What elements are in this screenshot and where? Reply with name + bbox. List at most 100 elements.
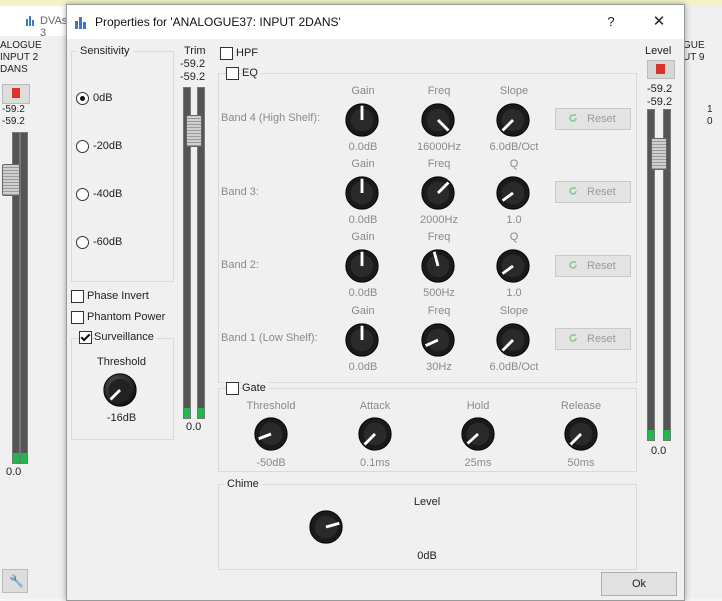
background-left-name: ALOGUE INPUT 2 DANS <box>0 40 42 75</box>
band-4-slope-label: Slope <box>499 85 529 97</box>
background-left-fader-thumb[interactable] <box>2 164 20 196</box>
phantom-power-checkbox[interactable] <box>71 311 84 324</box>
background-left-mute-button[interactable] <box>2 84 30 104</box>
close-button[interactable]: ✕ <box>644 11 674 33</box>
band-2-q-knob[interactable] <box>494 247 532 285</box>
speaker-icon <box>12 88 20 98</box>
band-4-gain-label: Gain <box>351 85 375 97</box>
trim-bottom-value: 0.0 <box>186 421 202 433</box>
surveillance-label[interactable]: Surveillance <box>94 331 157 343</box>
reset-icon <box>569 187 577 195</box>
background-left-settings-button[interactable]: 🔧 <box>2 569 28 593</box>
sensitivity-radio-minus60db[interactable] <box>76 236 89 249</box>
sensitivity-radio-minus20db[interactable] <box>76 140 89 153</box>
band-2-gain-knob[interactable] <box>343 247 381 285</box>
band-2-gain-label: Gain <box>351 231 375 243</box>
band-2-gain-value: 0.0dB <box>348 287 378 299</box>
band-2-q-label: Q <box>509 231 519 243</box>
phase-invert-label[interactable]: Phase Invert <box>87 290 149 302</box>
gate-hold-label: Hold <box>466 400 490 412</box>
level-values: -59.2 -59.2 <box>647 83 673 108</box>
sensitivity-label: Sensitivity <box>77 45 133 57</box>
sensitivity-option-minus60db[interactable]: -60dB <box>93 236 122 248</box>
band-3-q-value: 1.0 <box>506 214 522 226</box>
trim-label: Trim <box>184 45 206 57</box>
reset-icon <box>569 261 577 269</box>
gate-label[interactable]: Gate <box>242 382 269 394</box>
level-mute-button[interactable] <box>647 60 675 79</box>
band-1-gain-knob[interactable] <box>343 321 381 359</box>
phantom-power-label[interactable]: Phantom Power <box>87 311 165 323</box>
band-4-name: Band 4 (High Shelf): <box>221 112 321 124</box>
band-1-slope-value: 6.0dB/Oct <box>489 361 539 373</box>
gate-release-value: 50ms <box>567 457 595 469</box>
chime-level-knob[interactable] <box>307 508 345 546</box>
threshold-knob[interactable] <box>101 371 139 409</box>
gate-hold-knob[interactable] <box>459 415 497 453</box>
band-3-gain-value: 0.0dB <box>348 214 378 226</box>
background-left-title: DVAs 3 <box>40 15 68 39</box>
band-4-gain-value: 0.0dB <box>348 141 378 153</box>
gate-checkbox[interactable] <box>226 382 239 395</box>
band-2-reset-button[interactable]: Reset <box>555 255 631 277</box>
band-4-freq-label: Freq <box>427 85 451 97</box>
band-4-reset-button[interactable]: Reset <box>555 108 631 130</box>
band-2-freq-knob[interactable] <box>419 247 457 285</box>
sensitivity-radio-minus40db[interactable] <box>76 188 89 201</box>
band-1-gain-value: 0.0dB <box>348 361 378 373</box>
sensitivity-option-0db[interactable]: 0dB <box>93 92 113 104</box>
trim-fader-thumb[interactable] <box>186 115 202 147</box>
background-right-name: GUE UT 9 <box>683 40 705 63</box>
dialog-title: Properties for 'ANALOGUE37: INPUT 2DANS' <box>95 15 341 29</box>
background-left-window: DVAs 3 ALOGUE INPUT 2 DANS -59.2 -59.2 0… <box>0 6 68 599</box>
threshold-value: -16dB <box>106 412 137 424</box>
band-2-q-value: 1.0 <box>506 287 522 299</box>
background-left-meter-2 <box>20 132 28 464</box>
surveillance-checkbox[interactable] <box>79 331 92 344</box>
band-1-name: Band 1 (Low Shelf): <box>221 332 318 344</box>
gate-hold-value: 25ms <box>464 457 492 469</box>
properties-dialog: Properties for 'ANALOGUE37: INPUT 2DANS'… <box>66 4 685 601</box>
band-1-freq-value: 30Hz <box>426 361 452 373</box>
chime-label: Chime <box>224 478 262 490</box>
band-1-gain-label: Gain <box>351 305 375 317</box>
sensitivity-option-minus20db[interactable]: -20dB <box>93 140 122 152</box>
gate-threshold-label: Threshold <box>246 400 296 412</box>
band-4-reset-label: Reset <box>587 113 616 125</box>
band-1-slope-label: Slope <box>499 305 529 317</box>
hpf-label[interactable]: HPF <box>236 47 258 59</box>
help-button[interactable]: ? <box>596 11 626 33</box>
phase-invert-checkbox[interactable] <box>71 290 84 303</box>
band-3-freq-knob[interactable] <box>419 174 457 212</box>
band-3-q-knob[interactable] <box>494 174 532 212</box>
gate-threshold-knob[interactable] <box>252 415 290 453</box>
level-fader-thumb[interactable] <box>651 138 667 170</box>
band-1-freq-label: Freq <box>427 305 451 317</box>
speaker-icon <box>656 64 665 74</box>
reset-icon <box>569 334 577 342</box>
band-4-freq-knob[interactable] <box>419 101 457 139</box>
sensitivity-radio-0db[interactable] <box>76 92 89 105</box>
background-left-titlebar: DVAs 3 <box>0 6 68 39</box>
chime-level-value: 0dB <box>417 550 437 562</box>
band-1-freq-knob[interactable] <box>419 321 457 359</box>
band-1-slope-knob[interactable] <box>494 321 532 359</box>
band-4-gain-knob[interactable] <box>343 101 381 139</box>
reset-icon <box>569 114 577 122</box>
band-2-freq-value: 500Hz <box>423 287 455 299</box>
band-3-reset-button[interactable]: Reset <box>555 181 631 203</box>
band-1-reset-button[interactable]: Reset <box>555 328 631 350</box>
gate-release-knob[interactable] <box>562 415 600 453</box>
ok-button[interactable]: Ok <box>601 572 677 596</box>
wrench-icon: 🔧 <box>9 574 24 588</box>
chime-level-label: Level <box>413 496 441 508</box>
eq-checkbox[interactable] <box>226 67 239 80</box>
eq-label[interactable]: EQ <box>242 67 261 79</box>
sensitivity-option-minus40db[interactable]: -40dB <box>93 188 122 200</box>
band-3-gain-knob[interactable] <box>343 174 381 212</box>
hpf-checkbox[interactable] <box>220 47 233 60</box>
dialog-titlebar: Properties for 'ANALOGUE37: INPUT 2DANS'… <box>67 5 684 39</box>
gate-attack-value: 0.1ms <box>360 457 390 469</box>
band-4-slope-knob[interactable] <box>494 101 532 139</box>
gate-attack-knob[interactable] <box>356 415 394 453</box>
